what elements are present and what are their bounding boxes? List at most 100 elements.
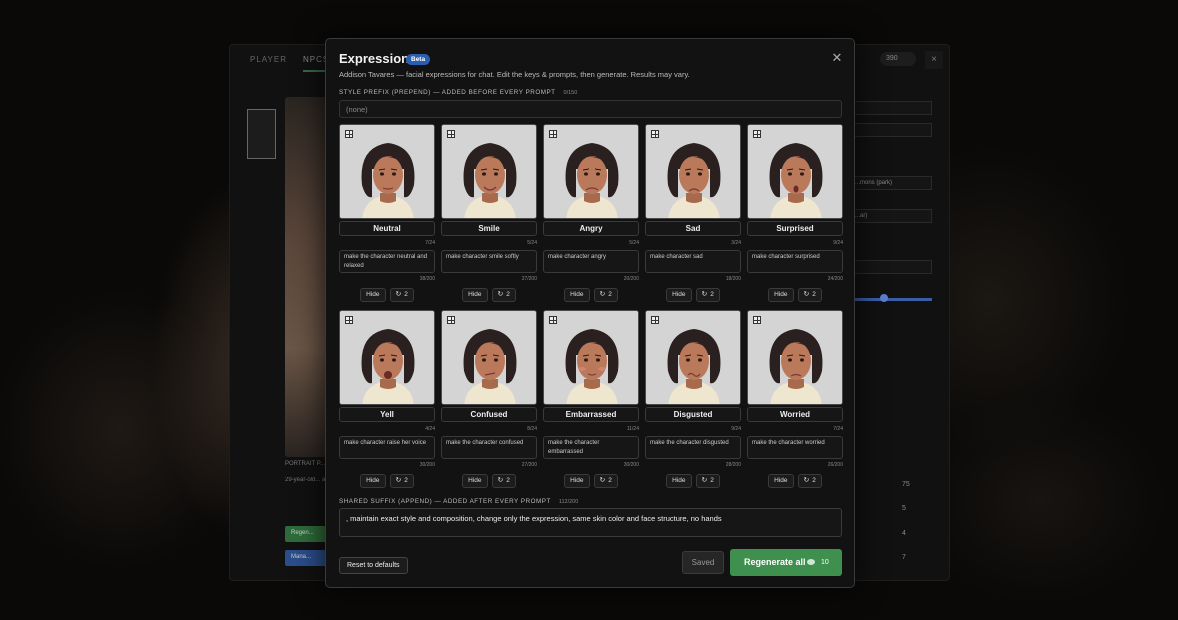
expression-image[interactable] <box>441 124 537 219</box>
regenerate-all-button[interactable]: Regenerate all 10 <box>730 549 842 576</box>
expression-key-input[interactable]: Worried <box>747 407 843 422</box>
expression-image[interactable] <box>339 124 435 219</box>
manage-button[interactable]: Mana... <box>285 550 327 566</box>
expression-key-input[interactable]: Surprised <box>747 221 843 236</box>
grid-icon[interactable] <box>549 316 557 324</box>
grid-icon[interactable] <box>753 316 761 324</box>
right-field[interactable] <box>850 260 932 274</box>
location-select[interactable]: ...mons (park) <box>850 176 932 190</box>
hide-button[interactable]: Hide <box>564 474 590 488</box>
regenerate-button[interactable]: ↻ 2 <box>593 474 618 488</box>
app-close-icon[interactable]: × <box>925 51 943 69</box>
shared-suffix-input[interactable] <box>339 508 842 537</box>
regenerate-button[interactable]: ↻ 2 <box>389 288 414 302</box>
regenerate-button[interactable]: ↻ 2 <box>491 288 516 302</box>
expression-key-input[interactable]: Angry <box>543 221 639 236</box>
expression-image[interactable] <box>645 310 741 405</box>
grid-icon[interactable] <box>651 316 659 324</box>
grid-icon[interactable] <box>447 316 455 324</box>
card-actions: Hide ↻ 2 <box>543 474 639 488</box>
expression-prompt-input[interactable] <box>543 436 639 459</box>
regenerate-button[interactable]: ↻ 2 <box>389 474 414 488</box>
card-actions: Hide ↻ 2 <box>645 474 741 488</box>
expression-prompt-input[interactable] <box>747 436 843 459</box>
key-char-count: 3/24 <box>731 240 741 246</box>
hide-button[interactable]: Hide <box>360 474 386 488</box>
hide-button[interactable]: Hide <box>462 288 488 302</box>
saved-button[interactable]: Saved <box>682 551 724 574</box>
coin-balance-value: 390 <box>886 55 898 62</box>
key-char-count: 5/24 <box>629 240 639 246</box>
hide-button[interactable]: Hide <box>666 474 692 488</box>
grid-icon[interactable] <box>549 130 557 138</box>
grid-icon[interactable] <box>345 316 353 324</box>
right-field[interactable] <box>850 101 932 115</box>
regenerate-count: 2 <box>710 477 714 484</box>
expression-key-input[interactable]: Embarrassed <box>543 407 639 422</box>
expression-prompt-input[interactable] <box>339 436 435 459</box>
regenerate-button[interactable]: ↻ 2 <box>593 288 618 302</box>
expression-key-input[interactable]: Disgusted <box>645 407 741 422</box>
grid-icon[interactable] <box>753 130 761 138</box>
hide-button[interactable]: Hide <box>462 474 488 488</box>
portrait-thumbnail[interactable] <box>247 109 276 159</box>
grid-icon[interactable] <box>651 130 659 138</box>
expression-key-input[interactable]: Confused <box>441 407 537 422</box>
tab-player[interactable]: PLAYER <box>250 55 287 64</box>
app-slider-knob[interactable] <box>880 294 888 302</box>
expression-prompt-input[interactable] <box>645 436 741 459</box>
expression-key-input[interactable]: Yell <box>339 407 435 422</box>
character-description: 29-year-old... a jet-black... shaped eye… <box>285 477 327 483</box>
expression-image[interactable] <box>747 124 843 219</box>
stat-value: 7 <box>902 554 906 561</box>
refresh-icon: ↻ <box>701 477 708 484</box>
suffix-char-count: 112/200 <box>558 499 579 505</box>
hide-button[interactable]: Hide <box>360 288 386 302</box>
regenerate-button[interactable]: ↻ 2 <box>797 474 822 488</box>
expression-prompt-input[interactable] <box>441 250 537 273</box>
regenerate-button[interactable]: ↻ 2 <box>695 474 720 488</box>
coin-icon <box>807 559 815 565</box>
regen-portrait-button[interactable]: Regen... <box>285 526 327 542</box>
regenerate-button[interactable]: ↻ 2 <box>491 474 516 488</box>
app-slider[interactable] <box>850 298 932 301</box>
expression-key-input[interactable]: Sad <box>645 221 741 236</box>
regenerate-button[interactable]: ↻ 2 <box>695 288 720 302</box>
hide-button[interactable]: Hide <box>564 288 590 302</box>
style-prefix-input[interactable] <box>339 100 842 118</box>
right-field[interactable] <box>850 123 932 137</box>
expression-prompt-input[interactable] <box>747 250 843 273</box>
hide-button[interactable]: Hide <box>768 288 794 302</box>
regenerate-button[interactable]: ↻ 2 <box>797 288 822 302</box>
hide-button[interactable]: Hide <box>768 474 794 488</box>
expression-image[interactable] <box>441 310 537 405</box>
expression-key-input[interactable]: Neutral <box>339 221 435 236</box>
grid-icon[interactable] <box>345 130 353 138</box>
regenerate-count: 2 <box>812 291 816 298</box>
expression-image[interactable] <box>645 124 741 219</box>
prefix-label-text: STYLE PREFIX (PREPEND) — ADDED BEFORE EV… <box>339 89 556 96</box>
expression-key-input[interactable]: Smile <box>441 221 537 236</box>
expression-image[interactable] <box>543 124 639 219</box>
card-actions: Hide ↻ 2 <box>339 288 435 302</box>
prompt-char-count: 28/200 <box>725 462 741 468</box>
expression-prompt-input[interactable] <box>543 250 639 273</box>
expression-prompt-input[interactable] <box>339 250 435 273</box>
expression-image[interactable] <box>747 310 843 405</box>
hide-button[interactable]: Hide <box>666 288 692 302</box>
mode-select[interactable]: ...ar) <box>850 209 932 223</box>
prompt-char-count: 27/200 <box>521 276 537 282</box>
key-char-count: 4/24 <box>425 426 435 432</box>
close-icon[interactable]: ✕ <box>829 50 845 66</box>
card-actions: Hide ↻ 2 <box>543 288 639 302</box>
reset-to-defaults-button[interactable]: Reset to defaults <box>339 557 408 574</box>
expression-image[interactable] <box>543 310 639 405</box>
expression-image[interactable] <box>339 310 435 405</box>
portrait-image <box>285 97 327 457</box>
expression-prompt-input[interactable] <box>441 436 537 459</box>
prompt-char-count: 30/200 <box>419 462 435 468</box>
expression-prompt-input[interactable] <box>645 250 741 273</box>
key-char-count: 5/24 <box>527 240 537 246</box>
grid-icon[interactable] <box>447 130 455 138</box>
key-char-count: 9/24 <box>833 240 843 246</box>
